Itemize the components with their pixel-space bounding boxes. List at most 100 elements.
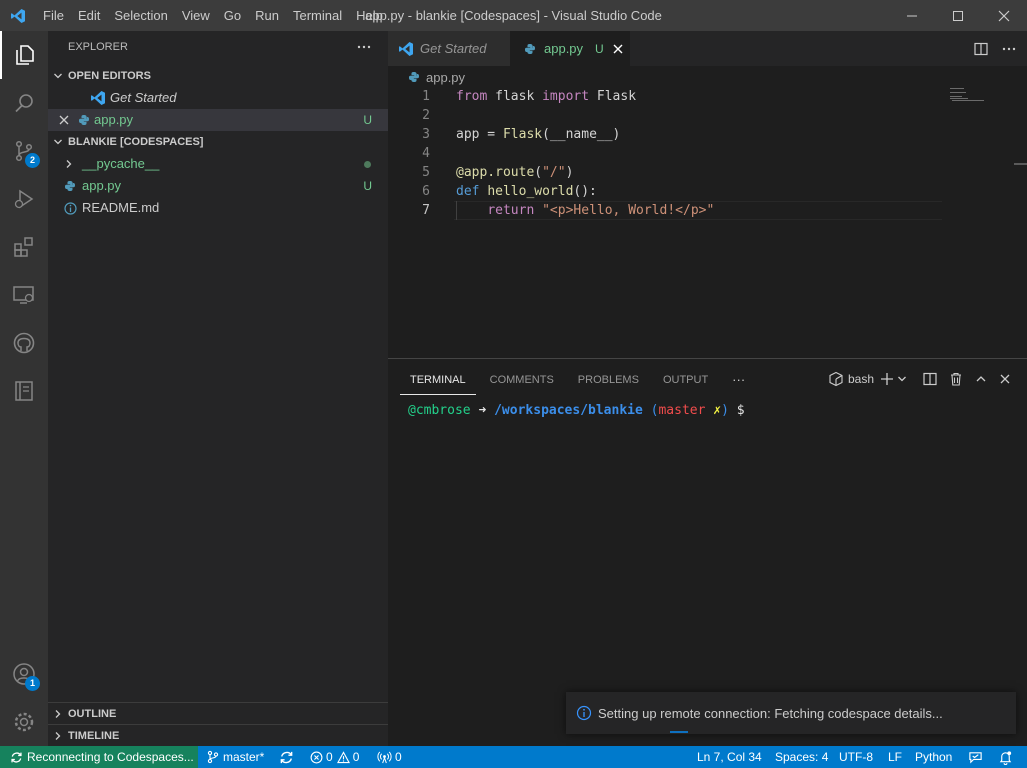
tab-comments[interactable]: COMMENTS (480, 367, 564, 395)
menu-view[interactable]: View (175, 0, 217, 31)
menu-selection[interactable]: Selection (107, 0, 174, 31)
cursor-position[interactable]: Ln 7, Col 34 (697, 746, 762, 768)
tab-terminal[interactable]: TERMINAL (400, 367, 476, 395)
notification-toast[interactable]: Setting up remote connection: Fetching c… (566, 692, 1016, 734)
menu-go[interactable]: Go (217, 0, 248, 31)
explorer-sidebar: EXPLORER OPEN EDITORS Get Started app.py… (48, 31, 388, 746)
sync-icon (11, 752, 22, 762)
vscode-logo-icon (0, 0, 36, 31)
open-editor-get-started[interactable]: Get Started (48, 87, 388, 109)
minimap-preview (950, 88, 984, 101)
explorer-more-actions-button[interactable] (356, 39, 372, 58)
split-editor-icon (974, 42, 988, 55)
error-count: 0 (326, 750, 333, 764)
panel-more-tabs-button[interactable]: ··· (722, 367, 755, 395)
timeline-label: TIMELINE (68, 729, 120, 742)
maximize-button[interactable] (935, 0, 981, 31)
bell-icon (999, 750, 1012, 765)
close-icon (998, 10, 1010, 21)
menu-help[interactable]: Help (349, 0, 390, 31)
editor-scrollbar[interactable] (1013, 66, 1027, 358)
tree-item-label: README.md (82, 200, 160, 215)
eol-status[interactable]: LF (888, 746, 902, 768)
explorer-activity-button[interactable] (0, 31, 48, 79)
warning-icon (336, 750, 350, 763)
feedback-button[interactable] (968, 746, 983, 768)
tree-item-readme[interactable]: README.md (48, 197, 388, 219)
split-editor-button[interactable] (967, 42, 995, 56)
ellipsis-icon (1002, 47, 1016, 50)
new-terminal-button[interactable] (880, 372, 907, 386)
notebook-activity-button[interactable] (0, 367, 48, 415)
scroll-position-marker (1014, 163, 1027, 165)
remote-explorer-activity-button[interactable] (0, 271, 48, 319)
extensions-activity-button[interactable] (0, 223, 48, 271)
close-tab-button[interactable] (612, 43, 624, 55)
sync-changes-button[interactable] (279, 746, 294, 768)
accounts-activity-button[interactable]: 1 (0, 650, 48, 698)
line-number: 6 (422, 184, 430, 199)
git-branch-status[interactable]: master* (206, 746, 264, 768)
tree-item-label: app.py (82, 178, 122, 193)
timeline-header[interactable]: TIMELINE (48, 724, 388, 746)
run-debug-activity-button[interactable] (0, 175, 48, 223)
terminal-prompt[interactable]: @cmbrose ➜ /workspaces/blankie (master ✗… (408, 403, 745, 418)
maximize-panel-button[interactable] (969, 373, 993, 385)
bottom-panel: TERMINAL COMMENTS PROBLEMS OUTPUT ··· ba… (388, 358, 1027, 746)
tree-item-pycache[interactable]: __pycache__ (48, 153, 388, 175)
vscode-logo-icon (398, 41, 420, 57)
kill-terminal-button[interactable] (943, 372, 969, 386)
untracked-badge: U (363, 113, 372, 127)
chevron-down-icon (898, 376, 906, 382)
indentation-status[interactable]: Spaces: 4 (775, 746, 828, 768)
menu-file[interactable]: File (36, 0, 71, 31)
progress-indicator (670, 731, 688, 733)
scm-badge: 2 (25, 153, 40, 168)
minimap[interactable] (950, 87, 1013, 107)
remote-indicator[interactable]: Reconnecting to Codespaces... (0, 746, 198, 768)
broadcast-icon (377, 751, 392, 763)
menu-terminal[interactable]: Terminal (286, 0, 349, 31)
tab-app-py[interactable]: app.py U (510, 31, 630, 66)
workspace-header[interactable]: BLANKIE [CODESPACES] (48, 131, 388, 153)
open-editor-app-py[interactable]: app.py U (48, 109, 388, 131)
editor-tabs: Get Started app.py U (388, 31, 1027, 66)
ports-status[interactable]: 0 (377, 746, 402, 768)
outline-header[interactable]: OUTLINE (48, 702, 388, 724)
close-editor-button[interactable] (48, 114, 74, 126)
chevron-right-icon (64, 159, 82, 169)
tree-item-app-py[interactable]: app.py U (48, 175, 388, 197)
prompt-branch-open: ( (642, 403, 659, 418)
encoding-status[interactable]: UTF-8 (839, 746, 873, 768)
tab-problems[interactable]: PROBLEMS (568, 367, 649, 395)
code-editor[interactable]: 1 from flask import Flask 2 3 app = Flas… (388, 87, 948, 220)
close-window-button[interactable] (981, 0, 1027, 31)
breadcrumb[interactable]: app.py (388, 66, 465, 88)
editor-more-actions-button[interactable] (995, 41, 1023, 57)
tab-output[interactable]: OUTPUT (653, 367, 718, 395)
manage-activity-button[interactable] (0, 698, 48, 746)
tab-label: Get Started (420, 41, 487, 56)
tab-get-started[interactable]: Get Started (388, 31, 510, 66)
problems-status[interactable]: 0 0 (310, 746, 359, 768)
open-editors-header[interactable]: OPEN EDITORS (48, 65, 388, 87)
language-mode[interactable]: Python (915, 746, 952, 768)
github-activity-button[interactable] (0, 319, 48, 367)
search-activity-button[interactable] (0, 79, 48, 127)
notifications-button[interactable] (998, 746, 1013, 768)
menu-edit[interactable]: Edit (71, 0, 107, 31)
terminal-shell-selector[interactable]: bash (828, 371, 874, 387)
gear-icon (14, 712, 34, 732)
minimize-button[interactable] (889, 0, 935, 31)
chevron-up-icon (976, 376, 986, 382)
notebook-icon (15, 381, 33, 401)
source-control-activity-button[interactable]: 2 (0, 127, 48, 175)
tree-item-label: __pycache__ (82, 156, 160, 171)
split-terminal-button[interactable] (917, 372, 943, 386)
close-panel-button[interactable] (993, 373, 1017, 385)
code-text: def hello_world(): (456, 184, 597, 199)
prompt-dirty: ✗ (705, 403, 722, 418)
menu-run[interactable]: Run (248, 0, 286, 31)
split-terminal-icon (923, 372, 937, 386)
